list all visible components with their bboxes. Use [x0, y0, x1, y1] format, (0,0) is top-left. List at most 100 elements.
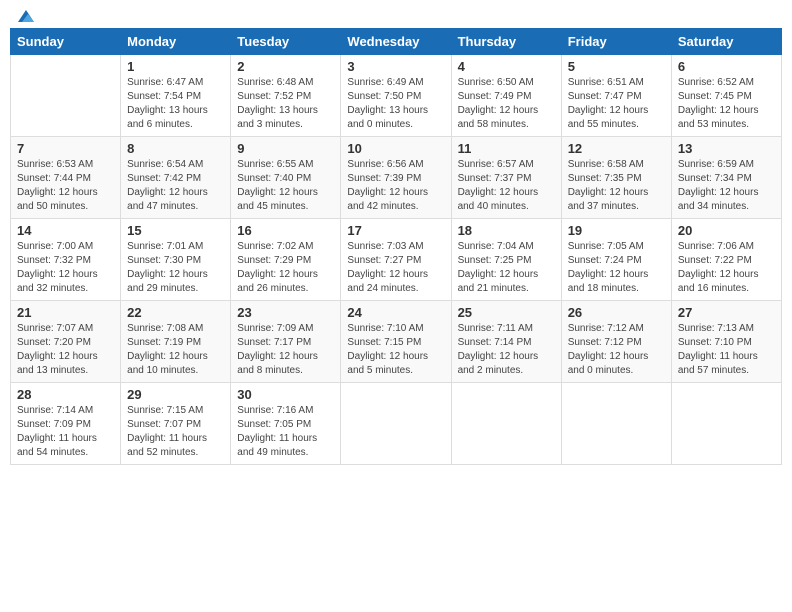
- calendar-cell: 7 Sunrise: 6:53 AMSunset: 7:44 PMDaylight…: [11, 137, 121, 219]
- day-number: 15: [127, 223, 224, 238]
- day-info: Sunrise: 7:09 AMSunset: 7:17 PMDaylight:…: [237, 322, 334, 378]
- day-number: 16: [237, 223, 334, 238]
- day-info: Sunrise: 7:11 AMSunset: 7:14 PMDaylight:…: [458, 322, 555, 378]
- day-number: 21: [17, 305, 114, 320]
- day-number: 11: [458, 141, 555, 156]
- day-info: Sunrise: 6:57 AMSunset: 7:37 PMDaylight:…: [458, 158, 555, 214]
- day-number: 8: [127, 141, 224, 156]
- calendar-header-tuesday: Tuesday: [231, 29, 341, 55]
- day-info: Sunrise: 7:12 AMSunset: 7:12 PMDaylight:…: [568, 322, 665, 378]
- day-info: Sunrise: 7:10 AMSunset: 7:15 PMDaylight:…: [347, 322, 444, 378]
- calendar-cell: 2Sunrise: 6:48 AMSunset: 7:52 PMDaylight…: [231, 55, 341, 137]
- calendar-cell: 30 Sunrise: 7:16 AMSunset: 7:05 PMDayligh…: [231, 383, 341, 465]
- calendar-cell: 29 Sunrise: 7:15 AMSunset: 7:07 PMDayligh…: [121, 383, 231, 465]
- day-info: Sunrise: 7:15 AMSunset: 7:07 PMDaylight:…: [127, 404, 224, 460]
- day-info: Sunrise: 7:06 AMSunset: 7:22 PMDaylight:…: [678, 240, 775, 296]
- calendar-week-row: 28Sunrise: 7:14 AMSunset: 7:09 PMDayligh…: [11, 383, 782, 465]
- day-info: Sunrise: 6:54 AMSunset: 7:42 PMDaylight:…: [127, 158, 224, 214]
- day-info: Sunrise: 6:50 AMSunset: 7:49 PMDaylight:…: [458, 76, 555, 132]
- day-number: 4: [458, 59, 555, 74]
- calendar-cell: 25 Sunrise: 7:11 AMSunset: 7:14 PMDayligh…: [451, 301, 561, 383]
- day-number: 24: [347, 305, 444, 320]
- day-number: 12: [568, 141, 665, 156]
- calendar-header-saturday: Saturday: [671, 29, 781, 55]
- day-number: 9: [237, 141, 334, 156]
- logo: [14, 10, 36, 22]
- day-info: Sunrise: 7:02 AMSunset: 7:29 PMDaylight:…: [237, 240, 334, 296]
- calendar-header-row: SundayMondayTuesdayWednesdayThursdayFrid…: [11, 29, 782, 55]
- day-number: 14: [17, 223, 114, 238]
- day-info: Sunrise: 7:08 AMSunset: 7:19 PMDaylight:…: [127, 322, 224, 378]
- day-number: 7: [17, 141, 114, 156]
- calendar-cell: 10Sunrise: 6:56 AMSunset: 7:39 PMDayligh…: [341, 137, 451, 219]
- calendar-cell: [671, 383, 781, 465]
- calendar-cell: 17 Sunrise: 7:03 AMSunset: 7:27 PMDayligh…: [341, 219, 451, 301]
- day-number: 18: [458, 223, 555, 238]
- calendar-table: SundayMondayTuesdayWednesdayThursdayFrid…: [10, 28, 782, 465]
- day-number: 17: [347, 223, 444, 238]
- day-number: 25: [458, 305, 555, 320]
- day-number: 23: [237, 305, 334, 320]
- day-info: Sunrise: 6:49 AMSunset: 7:50 PMDaylight:…: [347, 76, 444, 132]
- calendar-header-wednesday: Wednesday: [341, 29, 451, 55]
- calendar-cell: 4 Sunrise: 6:50 AMSunset: 7:49 PMDaylight…: [451, 55, 561, 137]
- calendar-cell: 22 Sunrise: 7:08 AMSunset: 7:19 PMDayligh…: [121, 301, 231, 383]
- calendar-header-friday: Friday: [561, 29, 671, 55]
- calendar-cell: 14 Sunrise: 7:00 AMSunset: 7:32 PMDayligh…: [11, 219, 121, 301]
- calendar-cell: [11, 55, 121, 137]
- day-number: 22: [127, 305, 224, 320]
- day-number: 28: [17, 387, 114, 402]
- day-number: 3: [347, 59, 444, 74]
- calendar-week-row: 21 Sunrise: 7:07 AMSunset: 7:20 PMDayligh…: [11, 301, 782, 383]
- logo-icon: [16, 6, 36, 26]
- calendar-week-row: 7 Sunrise: 6:53 AMSunset: 7:44 PMDaylight…: [11, 137, 782, 219]
- calendar-cell: [561, 383, 671, 465]
- calendar-cell: 16 Sunrise: 7:02 AMSunset: 7:29 PMDayligh…: [231, 219, 341, 301]
- calendar-cell: 27 Sunrise: 7:13 AMSunset: 7:10 PMDayligh…: [671, 301, 781, 383]
- day-info: Sunrise: 6:58 AMSunset: 7:35 PMDaylight:…: [568, 158, 665, 214]
- calendar-cell: 28Sunrise: 7:14 AMSunset: 7:09 PMDayligh…: [11, 383, 121, 465]
- calendar-cell: [341, 383, 451, 465]
- day-info: Sunrise: 7:03 AMSunset: 7:27 PMDaylight:…: [347, 240, 444, 296]
- day-number: 29: [127, 387, 224, 402]
- page-header: [10, 10, 782, 22]
- calendar-cell: 20 Sunrise: 7:06 AMSunset: 7:22 PMDayligh…: [671, 219, 781, 301]
- calendar-cell: 18 Sunrise: 7:04 AMSunset: 7:25 PMDayligh…: [451, 219, 561, 301]
- day-number: 20: [678, 223, 775, 238]
- calendar-cell: 8 Sunrise: 6:54 AMSunset: 7:42 PMDaylight…: [121, 137, 231, 219]
- day-number: 1: [127, 59, 224, 74]
- day-info: Sunrise: 6:52 AMSunset: 7:45 PMDaylight:…: [678, 76, 775, 132]
- day-info: Sunrise: 7:07 AMSunset: 7:20 PMDaylight:…: [17, 322, 114, 378]
- day-number: 30: [237, 387, 334, 402]
- day-info: Sunrise: 6:56 AMSunset: 7:39 PMDaylight:…: [347, 158, 444, 214]
- calendar-cell: 23 Sunrise: 7:09 AMSunset: 7:17 PMDayligh…: [231, 301, 341, 383]
- day-info: Sunrise: 6:47 AMSunset: 7:54 PMDaylight:…: [127, 76, 224, 132]
- calendar-cell: [451, 383, 561, 465]
- calendar-cell: 24 Sunrise: 7:10 AMSunset: 7:15 PMDayligh…: [341, 301, 451, 383]
- day-number: 5: [568, 59, 665, 74]
- calendar-cell: 5Sunrise: 6:51 AMSunset: 7:47 PMDaylight…: [561, 55, 671, 137]
- calendar-cell: 9 Sunrise: 6:55 AMSunset: 7:40 PMDaylight…: [231, 137, 341, 219]
- day-info: Sunrise: 7:16 AMSunset: 7:05 PMDaylight:…: [237, 404, 334, 460]
- day-info: Sunrise: 7:05 AMSunset: 7:24 PMDaylight:…: [568, 240, 665, 296]
- calendar-cell: 13Sunrise: 6:59 AMSunset: 7:34 PMDayligh…: [671, 137, 781, 219]
- calendar-cell: 15Sunrise: 7:01 AMSunset: 7:30 PMDayligh…: [121, 219, 231, 301]
- calendar-cell: 26 Sunrise: 7:12 AMSunset: 7:12 PMDayligh…: [561, 301, 671, 383]
- calendar-cell: 1 Sunrise: 6:47 AMSunset: 7:54 PMDaylight…: [121, 55, 231, 137]
- day-info: Sunrise: 6:53 AMSunset: 7:44 PMDaylight:…: [17, 158, 114, 214]
- calendar-cell: 6Sunrise: 6:52 AMSunset: 7:45 PMDaylight…: [671, 55, 781, 137]
- calendar-week-row: 1 Sunrise: 6:47 AMSunset: 7:54 PMDaylight…: [11, 55, 782, 137]
- day-info: Sunrise: 6:55 AMSunset: 7:40 PMDaylight:…: [237, 158, 334, 214]
- day-number: 13: [678, 141, 775, 156]
- calendar-cell: 12 Sunrise: 6:58 AMSunset: 7:35 PMDayligh…: [561, 137, 671, 219]
- calendar-header-sunday: Sunday: [11, 29, 121, 55]
- day-number: 26: [568, 305, 665, 320]
- day-info: Sunrise: 7:00 AMSunset: 7:32 PMDaylight:…: [17, 240, 114, 296]
- day-number: 27: [678, 305, 775, 320]
- day-info: Sunrise: 7:13 AMSunset: 7:10 PMDaylight:…: [678, 322, 775, 378]
- day-number: 19: [568, 223, 665, 238]
- calendar-header-thursday: Thursday: [451, 29, 561, 55]
- day-number: 2: [237, 59, 334, 74]
- calendar-cell: 19 Sunrise: 7:05 AMSunset: 7:24 PMDayligh…: [561, 219, 671, 301]
- day-info: Sunrise: 7:04 AMSunset: 7:25 PMDaylight:…: [458, 240, 555, 296]
